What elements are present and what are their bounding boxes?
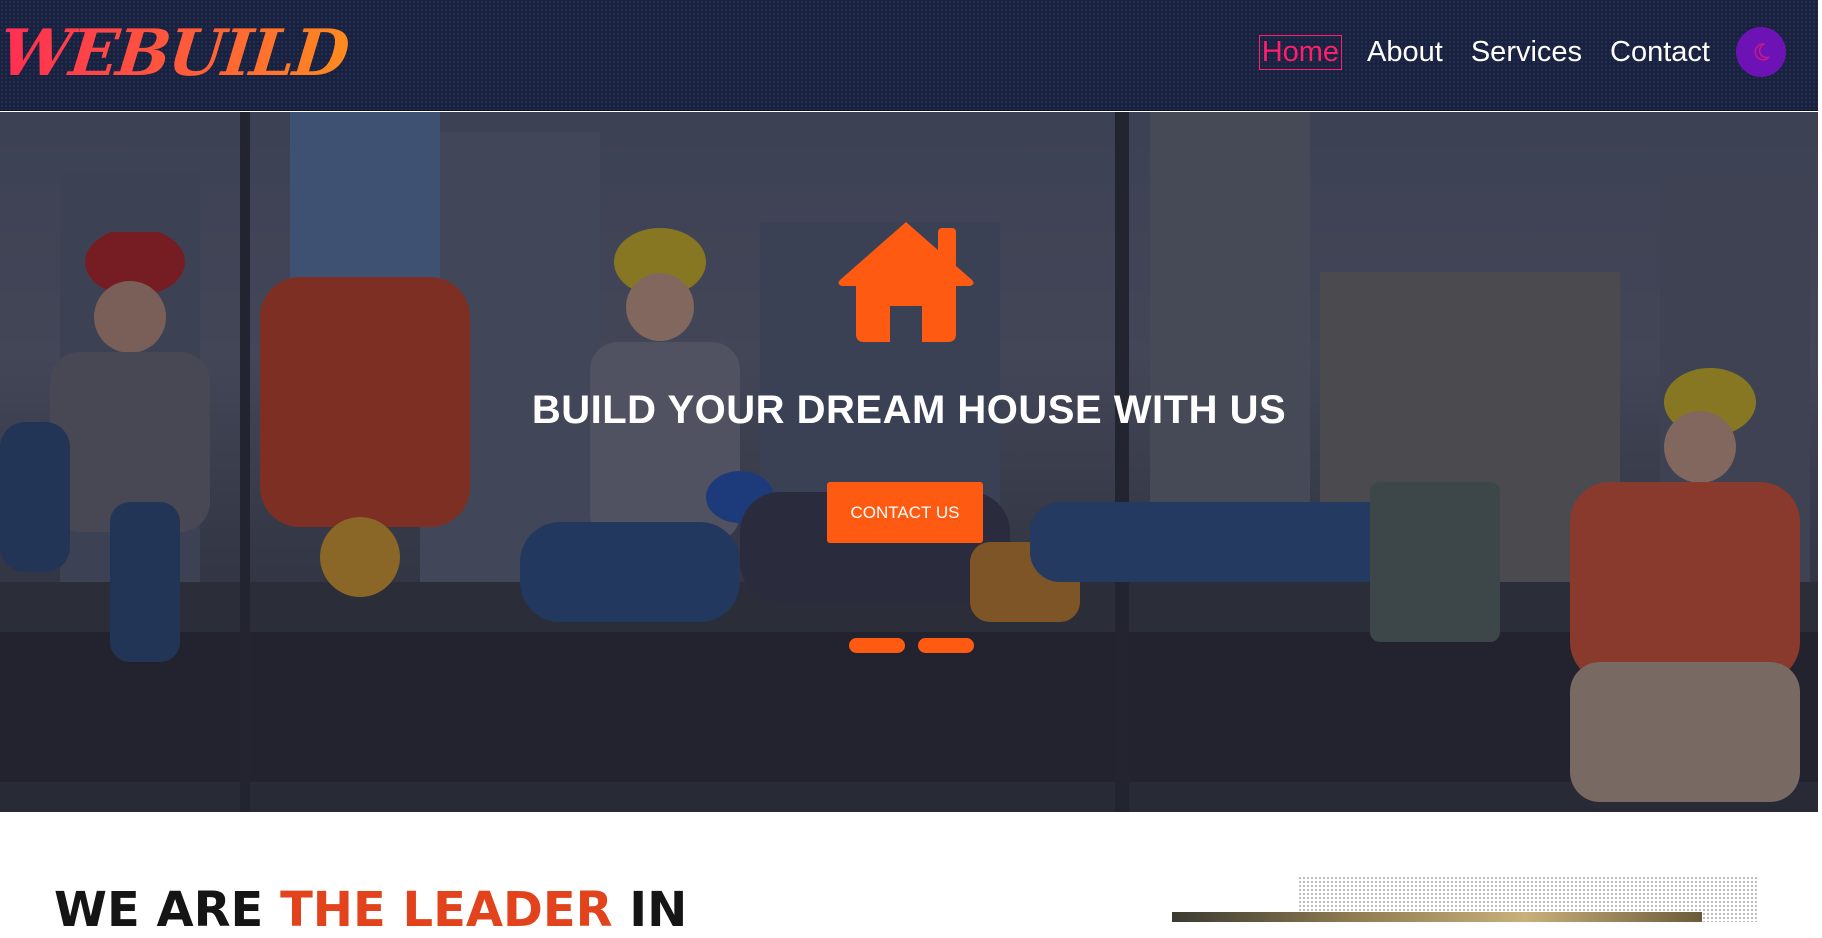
about-heading-accent: THE LEADER bbox=[280, 882, 613, 938]
about-image bbox=[1172, 912, 1702, 922]
site-logo[interactable]: WEBUILD bbox=[0, 14, 351, 94]
site-header: WEBUILD Home About Services Contact bbox=[0, 0, 1818, 111]
moon-icon bbox=[1754, 43, 1770, 61]
nav-link-home[interactable]: Home bbox=[1258, 34, 1343, 70]
slider-dot-1[interactable] bbox=[849, 638, 905, 653]
about-heading: WE ARE THE LEADER IN bbox=[54, 882, 687, 938]
contact-us-button[interactable]: CONTACT US bbox=[827, 482, 983, 543]
slider-dot-2[interactable] bbox=[918, 638, 974, 653]
theme-toggle-button[interactable] bbox=[1736, 27, 1786, 77]
about-heading-end: IN bbox=[612, 882, 688, 938]
hero-title: BUILD YOUR DREAM HOUSE WITH US bbox=[531, 388, 1287, 432]
nav-link-services[interactable]: Services bbox=[1469, 36, 1584, 69]
main-nav: Home About Services Contact bbox=[1236, 0, 1818, 104]
house-icon bbox=[838, 222, 974, 342]
nav-link-about[interactable]: About bbox=[1365, 36, 1445, 69]
hero-overlay bbox=[0, 112, 1818, 812]
nav-link-contact[interactable]: Contact bbox=[1608, 36, 1712, 69]
hero-banner: BUILD YOUR DREAM HOUSE WITH US CONTACT U… bbox=[0, 112, 1818, 812]
about-heading-start: WE ARE bbox=[54, 882, 281, 938]
